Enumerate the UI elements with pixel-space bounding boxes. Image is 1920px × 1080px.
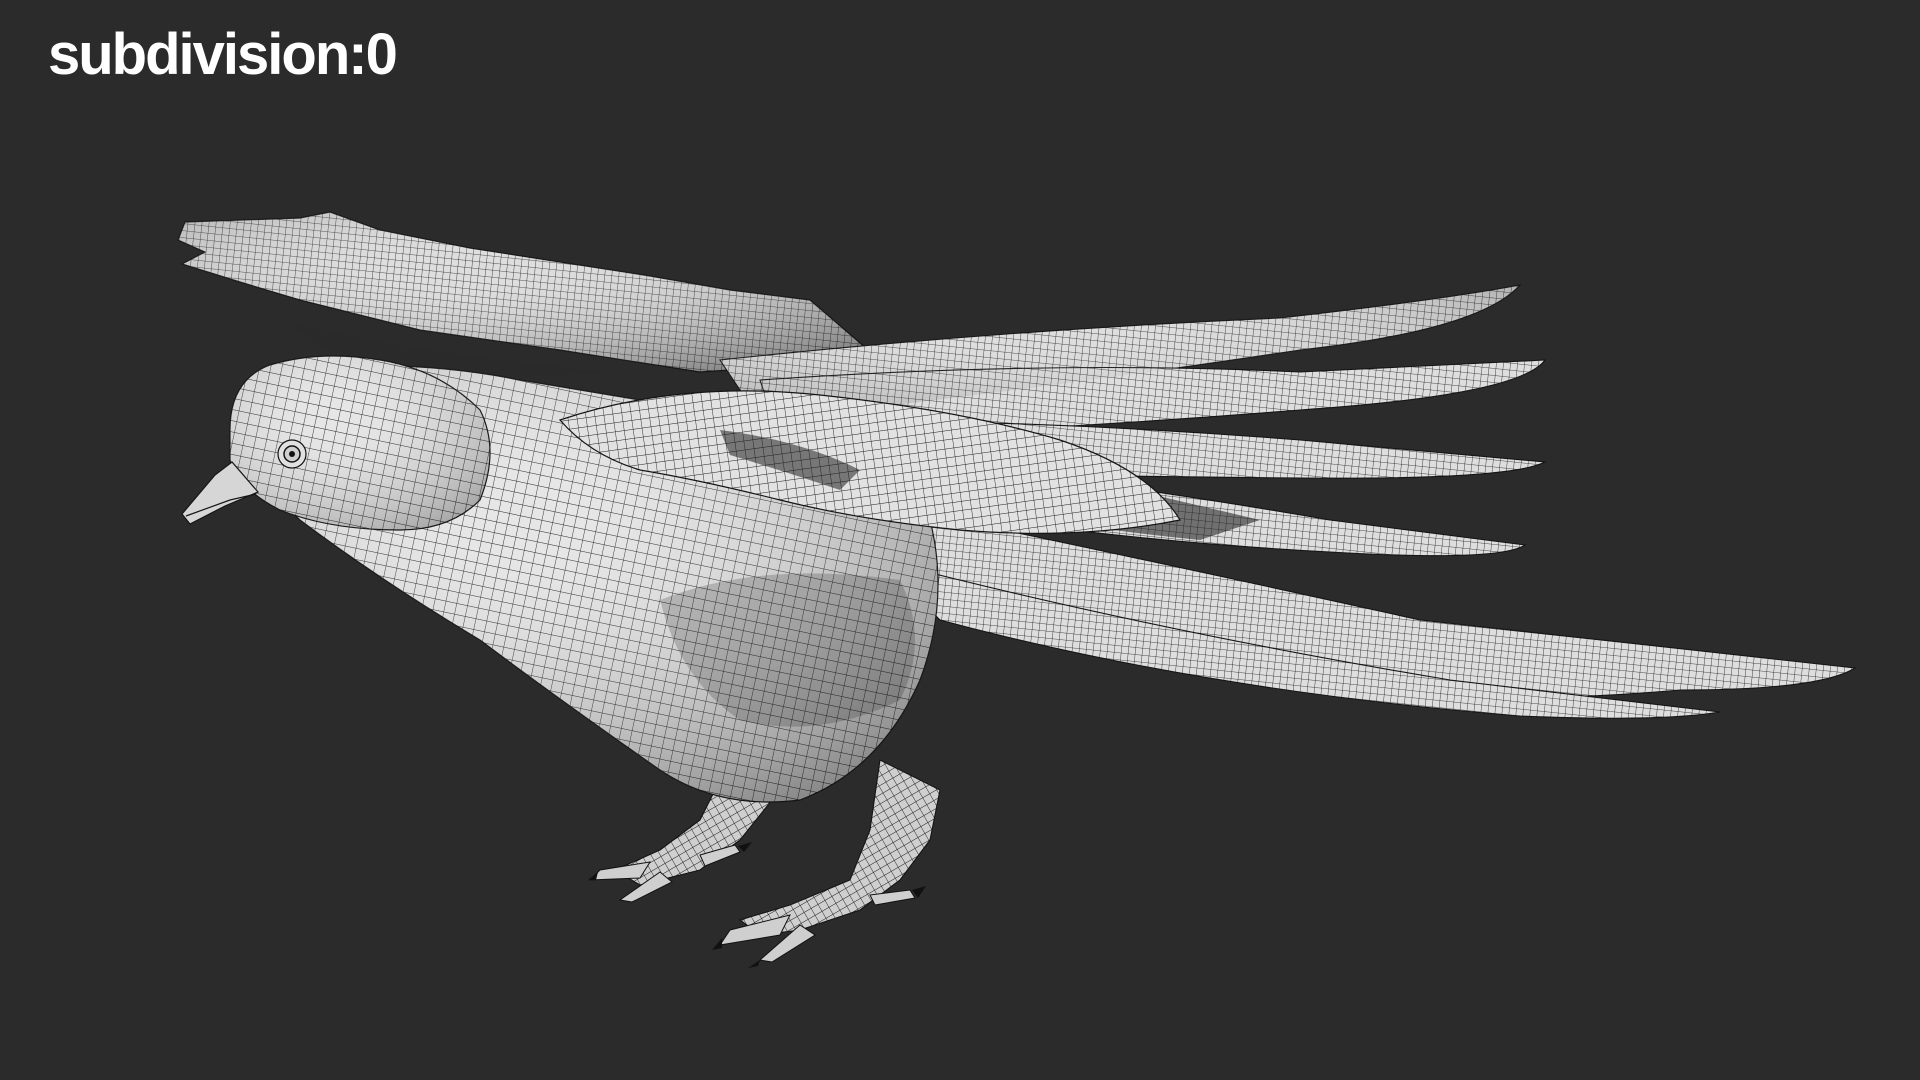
viewport-canvas: subdivision:0 bbox=[0, 0, 1920, 1080]
bird-head bbox=[181, 355, 491, 531]
bird-wireframe-model bbox=[177, 211, 1857, 968]
